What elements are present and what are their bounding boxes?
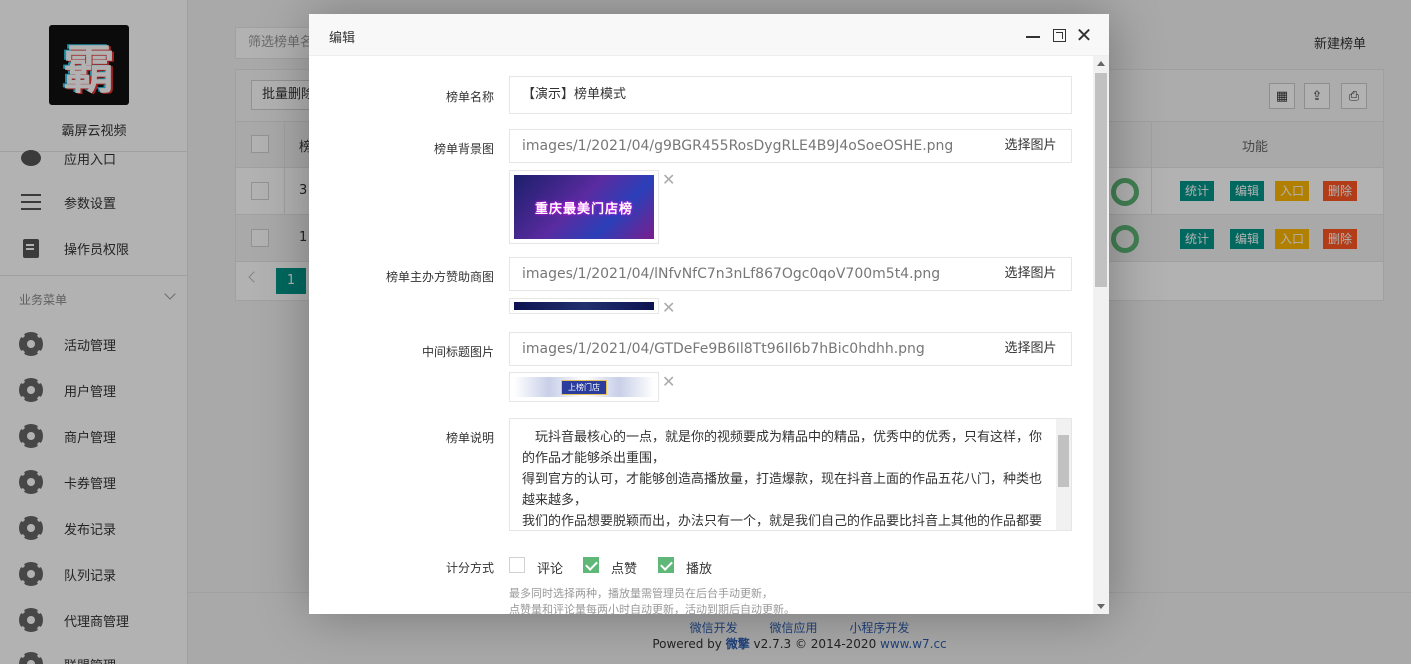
sponsor-image-preview bbox=[509, 298, 659, 314]
list-name-input[interactable]: 【演示】榜单模式 bbox=[509, 76, 1072, 114]
close-icon[interactable]: ✕ bbox=[1075, 25, 1093, 45]
dialog-title: 编辑 bbox=[329, 31, 356, 46]
field-label-sponsor: 榜单主办方赞助商图 bbox=[385, 270, 494, 284]
desc-line: 玩抖音最核心的一点，就是你的视频要成为精品中的精品，优秀中的优秀，只有这样，你的… bbox=[522, 430, 1043, 466]
mid-banner-image: 上榜门店 bbox=[514, 377, 654, 397]
sponsor-pick-image-button[interactable]: 选择图片 bbox=[990, 257, 1072, 291]
field-label-mid: 中间标题图片 bbox=[421, 345, 494, 359]
mid-banner-text: 上榜门店 bbox=[561, 379, 607, 395]
sponsor-image-path-input[interactable]: images/1/2021/04/lNfvNfC7n3nLf867Ogc0qoV… bbox=[509, 257, 991, 291]
bg-banner-image: 重庆最美门店榜 bbox=[514, 175, 654, 239]
score-play-label: 播放 bbox=[686, 562, 713, 577]
field-label-score: 计分方式 bbox=[445, 561, 494, 575]
hint-line: 最多同时选择两种，播放量需管理员在后台手动更新， bbox=[509, 587, 773, 600]
field-label-desc: 榜单说明 bbox=[445, 431, 494, 445]
field-label-bg: 榜单背景图 bbox=[433, 142, 494, 156]
field-label-name: 榜单名称 bbox=[445, 90, 494, 104]
score-like-checkbox[interactable] bbox=[583, 557, 599, 573]
sponsor-remove-icon[interactable]: ✕ bbox=[662, 298, 675, 317]
desc-line: 得到官方的认可，才能够创造高播放量，打造爆款，现在抖音上面的作品五花八门，种类也… bbox=[522, 472, 1043, 508]
scroll-down-icon[interactable] bbox=[1097, 604, 1105, 609]
sponsor-banner-image bbox=[514, 302, 654, 310]
edit-dialog: 编辑 ✕ 榜单名称 【演示】榜单模式 榜单背景图 images/1/2021/0… bbox=[309, 14, 1109, 614]
textarea-scrollbar[interactable] bbox=[1056, 419, 1071, 530]
score-comment-checkbox[interactable] bbox=[509, 557, 525, 573]
score-play-checkbox[interactable] bbox=[658, 557, 674, 573]
dialog-header: 编辑 ✕ bbox=[309, 14, 1109, 56]
mid-image-path-input[interactable]: images/1/2021/04/GTDeFe9B6Il8Tt96Il6b7hB… bbox=[509, 332, 991, 366]
bg-remove-icon[interactable]: ✕ bbox=[662, 170, 675, 189]
mid-remove-icon[interactable]: ✕ bbox=[662, 372, 675, 391]
hint-line: 点赞量和评论量每两小时自动更新，活动到期后自动更新。 bbox=[509, 603, 795, 614]
bg-image-preview: 重庆最美门店榜 bbox=[509, 170, 659, 244]
score-like-label: 点赞 bbox=[611, 562, 638, 577]
description-textarea[interactable]: 玩抖音最核心的一点，就是你的视频要成为精品中的精品，优秀中的优秀，只有这样，你的… bbox=[509, 418, 1072, 531]
dialog-scrollbar[interactable] bbox=[1093, 56, 1109, 614]
maximize-icon[interactable] bbox=[1050, 26, 1068, 44]
desc-line: 我们的作品想要脱颖而出，办法只有一个，就是我们自己的作品要比抖音上其他的作品都要… bbox=[522, 514, 1043, 529]
bg-banner-text: 重庆最美门店榜 bbox=[534, 201, 633, 217]
mid-pick-image-button[interactable]: 选择图片 bbox=[990, 332, 1072, 366]
bg-image-path-input[interactable]: images/1/2021/04/g9BGR455RosDygRLE4B9J4o… bbox=[509, 129, 991, 163]
score-comment-label: 评论 bbox=[537, 562, 564, 577]
mid-image-preview: 上榜门店 bbox=[509, 372, 659, 402]
scroll-thumb[interactable] bbox=[1095, 73, 1107, 287]
dialog-body: 榜单名称 【演示】榜单模式 榜单背景图 images/1/2021/04/g9B… bbox=[309, 56, 1093, 614]
bg-pick-image-button[interactable]: 选择图片 bbox=[990, 129, 1072, 163]
minimize-icon[interactable] bbox=[1024, 26, 1042, 44]
score-hint: 最多同时选择两种，播放量需管理员在后台手动更新， 点赞量和评论量每两小时自动更新… bbox=[509, 586, 795, 614]
scroll-up-icon[interactable] bbox=[1097, 61, 1105, 66]
